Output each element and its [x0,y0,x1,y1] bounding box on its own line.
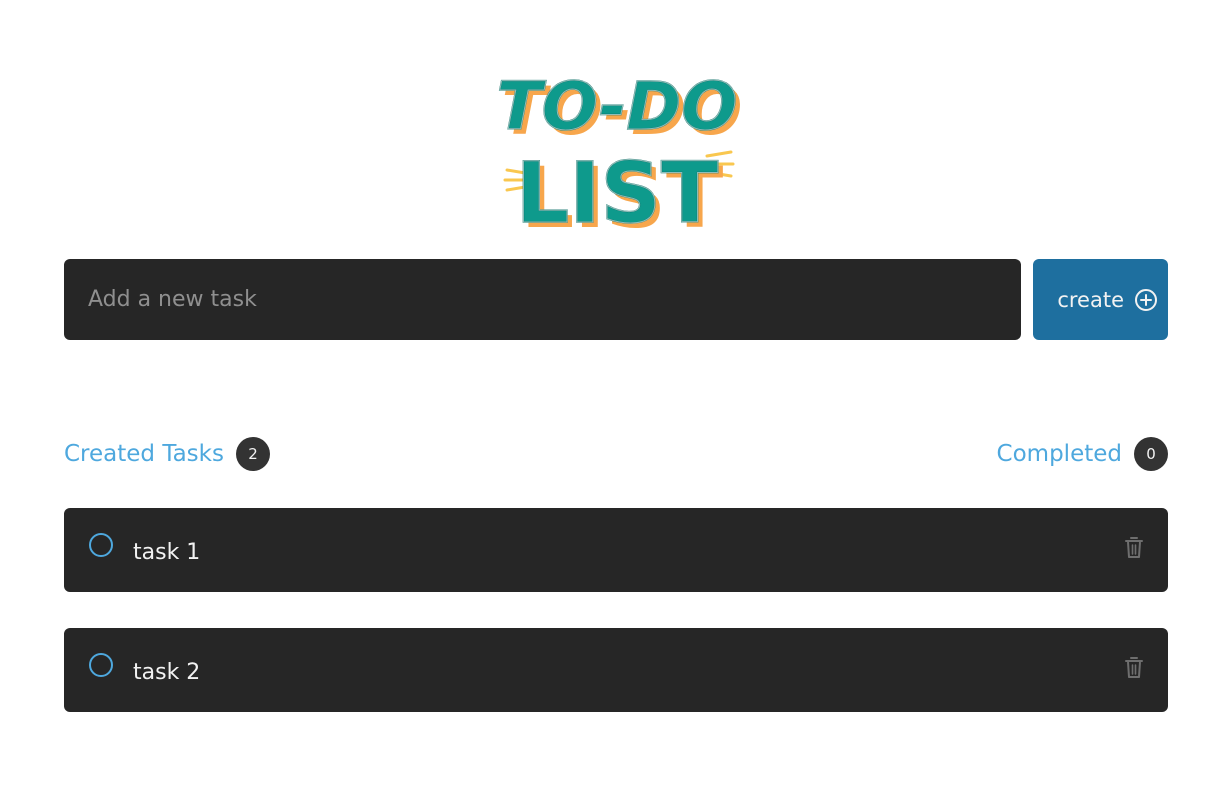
completed-tasks-counter: Completed 0 [997,436,1168,472]
task-text: task 1 [133,540,201,565]
svg-text:LIST: LIST [516,144,719,242]
completed-tasks-count-badge: 0 [1134,437,1168,471]
plus-circle-icon [1134,288,1158,312]
todo-page: TO-DO LIST TO-DO LIST TO-DO LIST create [0,0,1224,790]
svg-text:TO-DO: TO-DO [497,68,738,145]
logo-highlight: TO-DO LIST [496,68,738,243]
create-button[interactable]: create [1033,259,1168,340]
created-tasks-label: Created Tasks [64,441,224,467]
delete-task-button[interactable] [1120,654,1148,682]
trash-icon [1125,657,1143,678]
created-tasks-counter: Created Tasks 2 [64,436,270,472]
task-text: task 2 [133,660,201,685]
created-tasks-count-badge: 2 [235,437,270,471]
trash-icon [1125,537,1143,558]
task-complete-checkbox[interactable] [89,653,113,677]
todo-list-logo: TO-DO LIST TO-DO LIST TO-DO LIST [495,52,740,244]
task-item: task 2 [64,628,1168,712]
delete-task-button[interactable] [1120,534,1148,562]
task-item: task 1 [64,508,1168,592]
logo-artwork: TO-DO LIST TO-DO LIST TO-DO LIST [496,67,740,244]
task-list: task 1 task 2 [64,508,1168,748]
completed-tasks-label: Completed [996,441,1122,467]
task-complete-checkbox[interactable] [89,533,113,557]
create-button-label: create [1057,287,1124,312]
new-task-input[interactable] [64,259,1021,340]
